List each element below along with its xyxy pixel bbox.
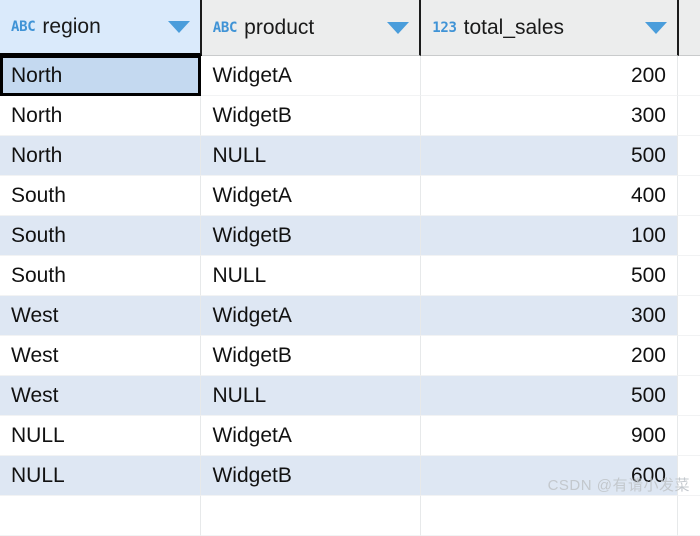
cell-product[interactable]: NULL (201, 376, 421, 416)
cell-total-sales[interactable]: 200 (420, 336, 678, 376)
cell-filler (678, 376, 700, 416)
cell-filler (678, 336, 700, 376)
column-header-filler (679, 0, 700, 56)
cell-total-sales[interactable]: 300 (420, 296, 678, 336)
cell-region[interactable]: NULL (0, 456, 202, 496)
cell-region[interactable]: North (0, 96, 202, 136)
data-grid: ABC region ABC product 123 total_sales N… (0, 0, 700, 536)
cell-product[interactable]: WidgetA (201, 176, 421, 216)
number-type-icon: 123 (432, 19, 457, 36)
cell-total-sales[interactable]: 900 (420, 416, 678, 456)
cell-product[interactable]: WidgetA (201, 416, 421, 456)
cell-product[interactable]: WidgetA (201, 56, 421, 96)
table-row[interactable]: NULL WidgetA 900 (0, 416, 700, 456)
cell-product[interactable]: NULL (201, 256, 421, 296)
table-row[interactable]: North WidgetA 200 (0, 55, 700, 96)
column-header-region[interactable]: ABC region (0, 0, 202, 56)
grid-header-row: ABC region ABC product 123 total_sales (0, 0, 700, 56)
cell-total-sales[interactable] (420, 496, 678, 536)
cell-region[interactable]: North (0, 55, 202, 96)
column-header-label: product (244, 16, 315, 39)
cell-product[interactable]: WidgetA (201, 296, 421, 336)
cell-total-sales[interactable]: 200 (420, 56, 678, 96)
cell-total-sales[interactable]: 300 (420, 96, 678, 136)
table-row[interactable]: North NULL 500 (0, 136, 700, 176)
chevron-down-icon[interactable] (167, 20, 190, 33)
cell-product[interactable]: WidgetB (201, 96, 421, 136)
cell-filler (678, 496, 700, 536)
text-type-icon: ABC (11, 18, 36, 35)
cell-filler (678, 296, 700, 336)
cell-total-sales[interactable]: 500 (420, 376, 678, 416)
table-row[interactable]: South WidgetB 100 (0, 216, 700, 256)
cell-total-sales[interactable]: 500 (420, 136, 678, 176)
cell-region[interactable]: West (0, 296, 202, 336)
cell-region[interactable]: South (0, 216, 202, 256)
cell-product[interactable]: WidgetB (201, 336, 421, 376)
cell-region[interactable] (0, 496, 202, 536)
cell-filler (678, 96, 700, 136)
cell-filler (678, 416, 700, 456)
cell-product[interactable]: NULL (201, 136, 421, 176)
cell-region[interactable]: South (0, 176, 202, 216)
table-row[interactable]: South NULL 500 (0, 256, 700, 296)
table-row[interactable]: West WidgetB 200 (0, 336, 700, 376)
table-row[interactable]: North WidgetB 300 (0, 96, 700, 136)
cell-total-sales[interactable]: 100 (420, 216, 678, 256)
cell-region[interactable]: North (0, 136, 202, 176)
cell-total-sales[interactable]: 600 (420, 456, 678, 496)
cell-filler (678, 456, 700, 496)
cell-filler (678, 56, 700, 96)
chevron-down-icon[interactable] (645, 21, 667, 34)
column-header-label: total_sales (463, 16, 565, 39)
chevron-down-icon[interactable] (387, 21, 410, 34)
cell-product[interactable]: WidgetB (201, 456, 421, 496)
table-row-empty[interactable] (0, 496, 700, 536)
cell-filler (678, 176, 700, 216)
cell-total-sales[interactable]: 400 (420, 176, 678, 216)
table-row[interactable]: South WidgetA 400 (0, 176, 700, 216)
grid-body: North WidgetA 200 North WidgetB 300 Nort… (0, 55, 700, 536)
cell-region[interactable]: West (0, 336, 202, 376)
column-header-product[interactable]: ABC product (201, 0, 422, 56)
cell-filler (678, 136, 700, 176)
table-row[interactable]: NULL WidgetB 600 (0, 456, 700, 496)
cell-region[interactable]: South (0, 256, 202, 296)
cell-filler (678, 256, 700, 296)
cell-region[interactable]: West (0, 376, 202, 416)
cell-region[interactable]: NULL (0, 416, 202, 456)
table-row[interactable]: West NULL 500 (0, 376, 700, 416)
cell-filler (678, 216, 700, 256)
column-header-total-sales[interactable]: 123 total_sales (421, 0, 679, 56)
cell-product[interactable]: WidgetB (201, 216, 421, 256)
cell-total-sales[interactable]: 500 (420, 256, 678, 296)
text-type-icon: ABC (212, 19, 238, 36)
cell-product[interactable] (201, 496, 421, 536)
table-row[interactable]: West WidgetA 300 (0, 296, 700, 336)
column-header-label: region (42, 15, 101, 38)
